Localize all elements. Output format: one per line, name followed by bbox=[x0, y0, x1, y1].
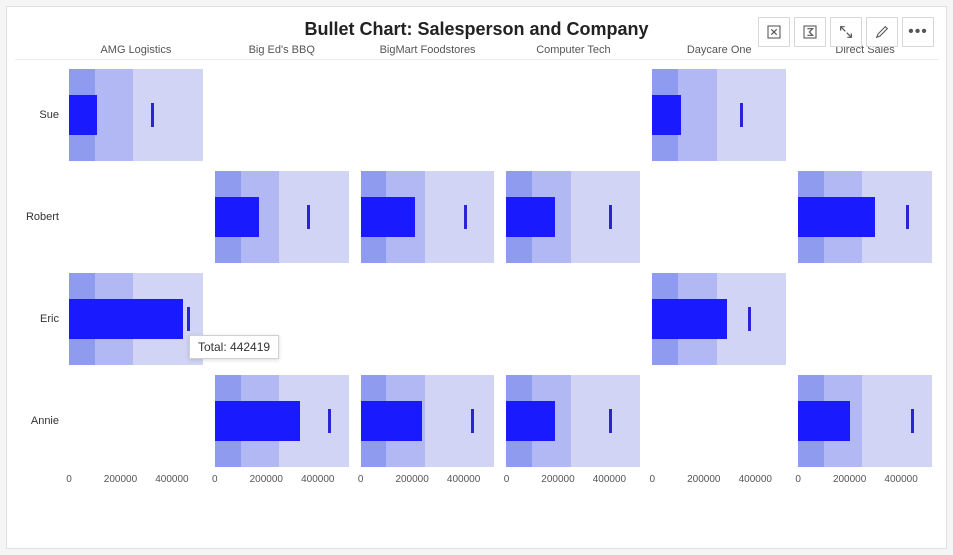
toolbar: ••• bbox=[758, 17, 934, 47]
value-bar bbox=[361, 401, 423, 441]
col-header: Computer Tech bbox=[500, 44, 646, 56]
target-marker bbox=[748, 307, 751, 331]
axis-cell: 0 200000 400000 bbox=[215, 474, 349, 494]
axis-tick: 400000 bbox=[739, 474, 772, 485]
bullet-cell[interactable] bbox=[69, 69, 203, 161]
axis-tick: 0 bbox=[650, 474, 656, 485]
axis-tick: 200000 bbox=[395, 474, 428, 485]
axis-cell: 0 200000 400000 bbox=[361, 474, 495, 494]
clear-button[interactable] bbox=[758, 17, 790, 47]
bullet-cell[interactable] bbox=[798, 171, 932, 263]
more-button[interactable]: ••• bbox=[902, 17, 934, 47]
target-marker bbox=[187, 307, 190, 331]
target-marker bbox=[906, 205, 909, 229]
value-bar bbox=[215, 401, 300, 441]
target-marker bbox=[911, 409, 914, 433]
axis-tick: 400000 bbox=[447, 474, 480, 485]
bullet-cell[interactable] bbox=[215, 171, 349, 263]
axis-tick: 0 bbox=[212, 474, 218, 485]
value-bar bbox=[798, 401, 849, 441]
app-root: ••• Bullet Chart: Salesperson and Compan… bbox=[0, 0, 953, 555]
col-header: AMG Logistics bbox=[63, 44, 209, 56]
value-bar bbox=[652, 299, 727, 339]
chart-row: Robert bbox=[15, 166, 938, 268]
sigma-box-icon bbox=[802, 24, 818, 40]
axis-tick: 400000 bbox=[884, 474, 917, 485]
axis-tick: 0 bbox=[795, 474, 801, 485]
target-marker bbox=[307, 205, 310, 229]
axis-tick: 200000 bbox=[104, 474, 137, 485]
axis-cell: 0 200000 400000 bbox=[69, 474, 203, 494]
expand-button[interactable] bbox=[830, 17, 862, 47]
bullet-cell[interactable] bbox=[652, 273, 786, 365]
value-bar bbox=[652, 95, 680, 135]
target-marker bbox=[464, 205, 467, 229]
col-header: BigMart Foodstores bbox=[355, 44, 501, 56]
axis-tick: 200000 bbox=[833, 474, 866, 485]
bullet-cell[interactable] bbox=[361, 171, 495, 263]
axis-tick: 400000 bbox=[593, 474, 626, 485]
row-label: Annie bbox=[15, 415, 63, 427]
bullet-cell[interactable] bbox=[506, 171, 640, 263]
value-bar bbox=[215, 197, 259, 237]
value-bar bbox=[69, 299, 183, 339]
target-marker bbox=[609, 409, 612, 433]
x-box-icon bbox=[766, 24, 782, 40]
target-marker bbox=[740, 103, 743, 127]
bullet-cell[interactable] bbox=[798, 375, 932, 467]
value-bar bbox=[69, 95, 97, 135]
row-label: Robert bbox=[15, 211, 63, 223]
axis-cell: 0 200000 400000 bbox=[652, 474, 786, 494]
value-bar bbox=[506, 197, 555, 237]
target-marker bbox=[609, 205, 612, 229]
axis-cell: 0 200000 400000 bbox=[798, 474, 932, 494]
axis-tick: 200000 bbox=[250, 474, 283, 485]
col-header: Big Ed's BBQ bbox=[209, 44, 355, 56]
pencil-icon bbox=[874, 24, 890, 40]
axis-tick: 200000 bbox=[541, 474, 574, 485]
target-marker bbox=[328, 409, 331, 433]
target-marker bbox=[151, 103, 154, 127]
bullet-cell[interactable] bbox=[69, 273, 203, 365]
axis-tick: 0 bbox=[504, 474, 510, 485]
value-bar bbox=[798, 197, 875, 237]
chart-row: Eric bbox=[15, 268, 938, 370]
edit-button[interactable] bbox=[866, 17, 898, 47]
row-label: Eric bbox=[15, 313, 63, 325]
axis-cell: 0 200000 400000 bbox=[506, 474, 640, 494]
axis-tick: 400000 bbox=[155, 474, 188, 485]
chart-area: AMG Logistics Big Ed's BBQ BigMart Foods… bbox=[15, 44, 938, 530]
target-marker bbox=[471, 409, 474, 433]
chart-card: ••• Bullet Chart: Salesperson and Compan… bbox=[6, 6, 947, 549]
value-bar bbox=[361, 197, 415, 237]
bullet-cell[interactable] bbox=[652, 69, 786, 161]
chart-row: Sue bbox=[15, 64, 938, 166]
totals-button[interactable] bbox=[794, 17, 826, 47]
row-label: Sue bbox=[15, 109, 63, 121]
chart-row: Annie bbox=[15, 370, 938, 472]
value-bar bbox=[506, 401, 555, 441]
bullet-cell[interactable] bbox=[361, 375, 495, 467]
axis-tick: 0 bbox=[358, 474, 364, 485]
bullet-cell[interactable] bbox=[215, 375, 349, 467]
axis-tick: 200000 bbox=[687, 474, 720, 485]
x-axis-row: 0200000400000020000040000002000004000000… bbox=[15, 474, 938, 494]
bullet-cell[interactable] bbox=[506, 375, 640, 467]
axis-tick: 0 bbox=[66, 474, 72, 485]
expand-icon bbox=[838, 24, 854, 40]
axis-tick: 400000 bbox=[301, 474, 334, 485]
